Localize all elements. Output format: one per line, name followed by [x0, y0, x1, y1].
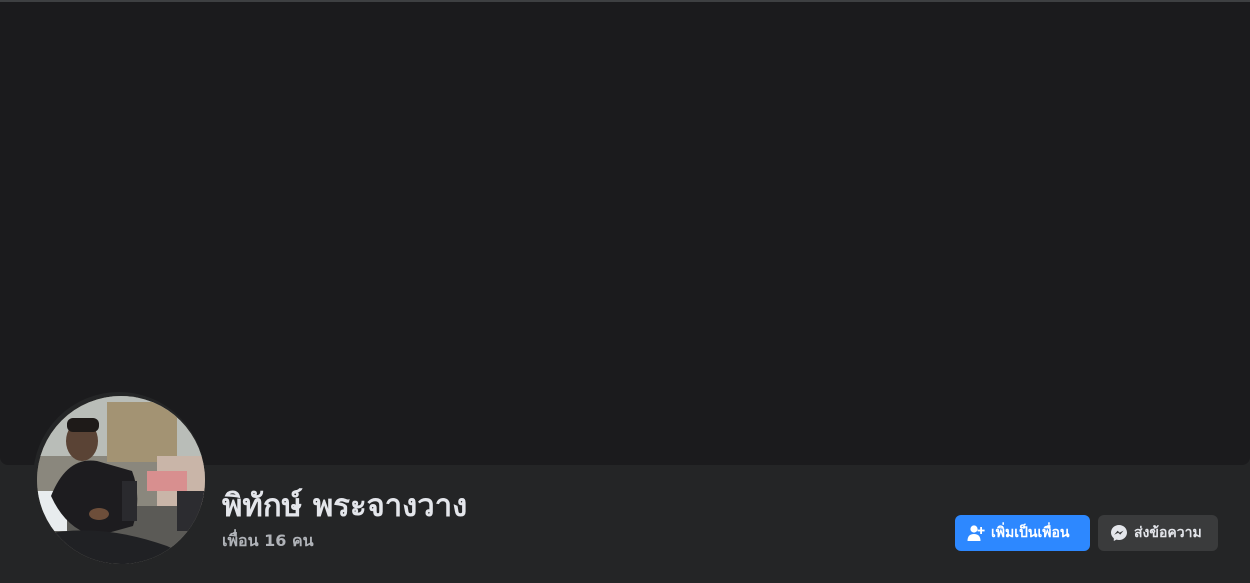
friends-count[interactable]: เพื่อน 16 คน — [222, 530, 314, 552]
avatar-photo-icon — [37, 396, 205, 564]
cover-photo[interactable] — [0, 2, 1250, 465]
person-add-icon — [967, 524, 985, 542]
messenger-icon — [1110, 524, 1128, 542]
profile-name: พิทักษ์ พระจางวาง — [222, 488, 468, 524]
add-friend-label: เพิ่มเป็นเพื่อน — [991, 525, 1070, 541]
profile-page: พิทักษ์ พระจางวาง เพื่อน 16 คน เพิ่มเป็น… — [0, 0, 1250, 583]
profile-avatar[interactable] — [37, 396, 205, 564]
send-message-label: ส่งข้อความ — [1134, 525, 1202, 541]
add-friend-button[interactable]: เพิ่มเป็นเพื่อน — [955, 515, 1090, 551]
send-message-button[interactable]: ส่งข้อความ — [1098, 515, 1218, 551]
